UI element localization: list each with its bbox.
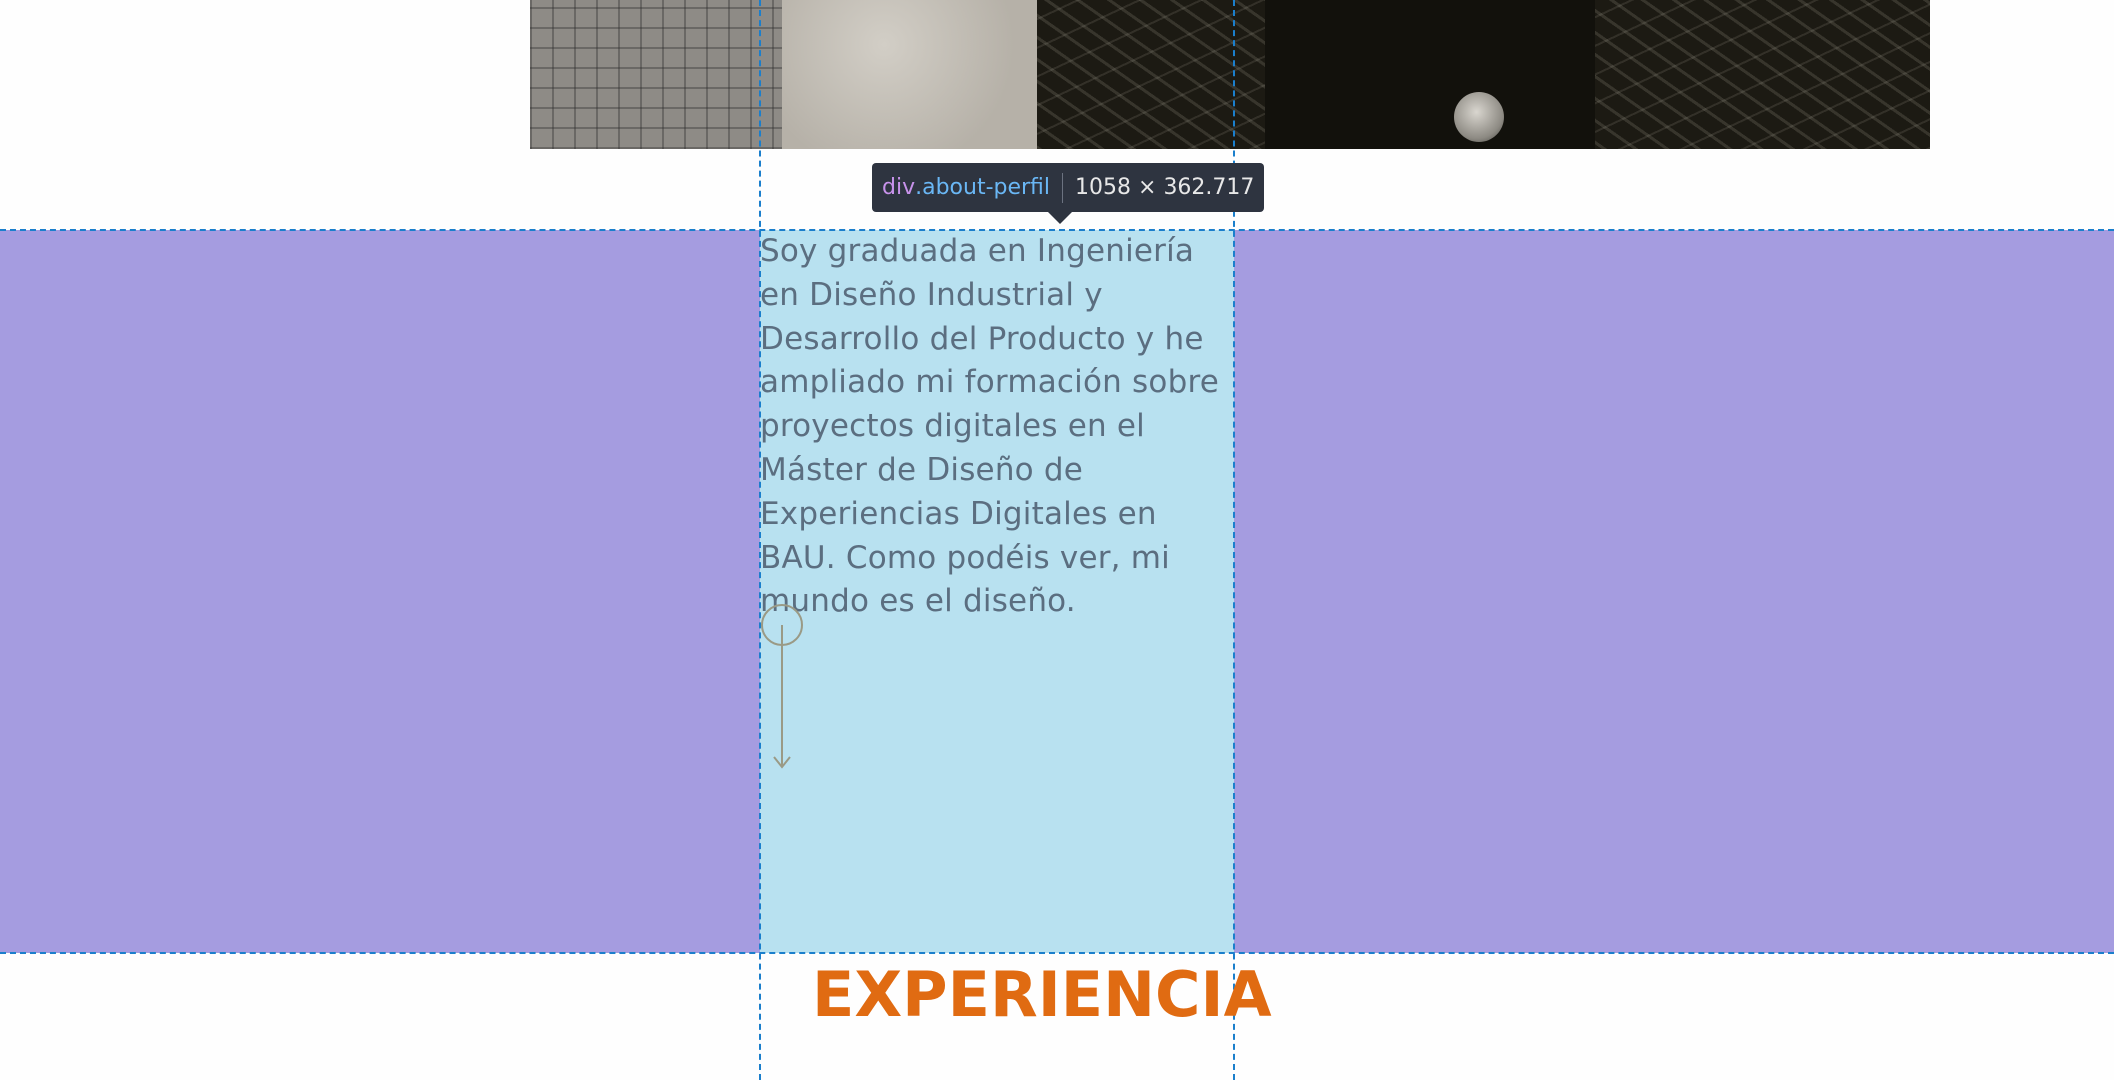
guide-line-top [0,229,2114,231]
profile-photo [530,0,1930,149]
tooltip-tag: div [882,175,916,200]
element-inspector-tooltip: div .about-perfil 1058 × 362.717 [872,163,1265,224]
photo-jacket-button [1454,92,1504,142]
photo-shirt [1265,0,1595,149]
photo-wall [782,0,1037,149]
tooltip-separator [1062,172,1064,203]
scroll-down-arrow-icon[interactable] [760,603,804,773]
section-heading-experiencia: EXPERIENCIA [812,958,1272,1031]
guide-line-left [759,0,761,1080]
guide-line-right [1233,0,1235,1080]
about-description: Soy graduada en Ingeniería en Diseño Ind… [760,233,1219,620]
tooltip-dimensions: 1058 × 362.717 [1075,175,1255,200]
photo-pavement [530,0,782,149]
guide-line-bottom [0,952,2114,954]
tooltip-class: .about-perfil [915,175,1051,200]
